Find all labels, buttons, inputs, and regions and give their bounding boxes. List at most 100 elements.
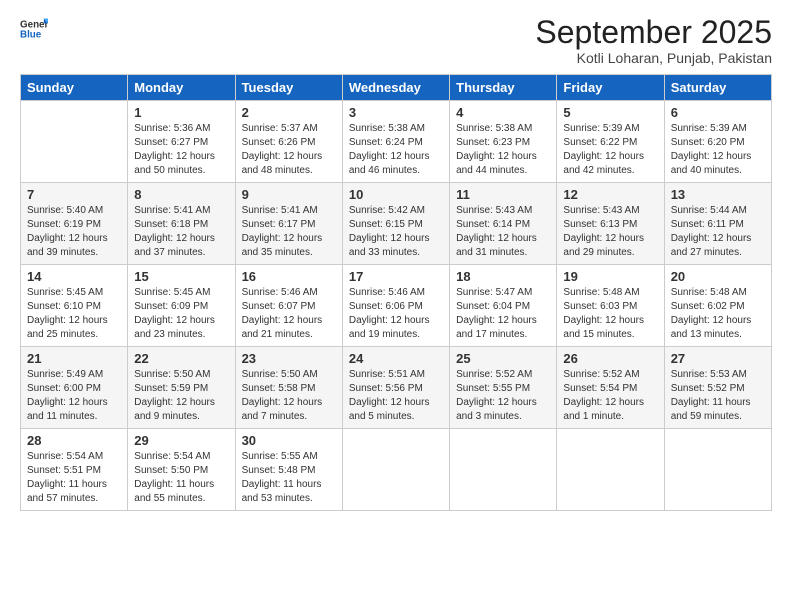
day-info: Sunrise: 5:39 AM Sunset: 6:20 PM Dayligh… bbox=[671, 122, 765, 178]
day-cell: 25Sunrise: 5:52 AM Sunset: 5:55 PM Dayli… bbox=[450, 347, 557, 429]
day-number: 2 bbox=[242, 105, 336, 120]
day-info: Sunrise: 5:53 AM Sunset: 5:52 PM Dayligh… bbox=[671, 368, 765, 424]
day-info: Sunrise: 5:41 AM Sunset: 6:18 PM Dayligh… bbox=[134, 204, 228, 260]
logo: General Blue bbox=[20, 15, 48, 43]
day-number: 9 bbox=[242, 187, 336, 202]
day-number: 12 bbox=[563, 187, 657, 202]
day-cell: 15 Sunrise: 5:45 AM Sunset: 6:09 PM Dayli… bbox=[128, 265, 235, 347]
week-row-2: 7Sunrise: 5:40 AM Sunset: 6:19 PM Daylig… bbox=[21, 183, 772, 265]
day-cell bbox=[342, 429, 449, 511]
day-number: 29 bbox=[134, 433, 228, 448]
day-cell: 14 Sunrise: 5:45 AM Sunset: 6:10 PM Dayli… bbox=[21, 265, 128, 347]
day-number: 25 bbox=[456, 351, 550, 366]
header: General Blue September 2025 Kotli Lohara… bbox=[20, 15, 772, 66]
day-number: 14 bbox=[27, 269, 121, 284]
day-number: 3 bbox=[349, 105, 443, 120]
week-row-5: 28 Sunrise: 5:54 AM Sunset: 5:51 PM Dayli… bbox=[21, 429, 772, 511]
day-cell: 26 Sunrise: 5:52 AM Sunset: 5:54 PM Dayli… bbox=[557, 347, 664, 429]
day-cell: 1 Sunrise: 5:36 AM Sunset: 6:27 PM Daylig… bbox=[128, 101, 235, 183]
day-number: 5 bbox=[563, 105, 657, 120]
day-info: Sunrise: 5:44 AM Sunset: 6:11 PM Dayligh… bbox=[671, 204, 765, 260]
day-cell: 4Sunrise: 5:38 AM Sunset: 6:23 PM Daylig… bbox=[450, 101, 557, 183]
header-wednesday: Wednesday bbox=[342, 75, 449, 101]
day-info: Sunrise: 5:38 AM Sunset: 6:24 PM Dayligh… bbox=[349, 122, 443, 178]
day-number: 15 bbox=[134, 269, 228, 284]
location-title: Kotli Loharan, Punjab, Pakistan bbox=[535, 50, 772, 66]
day-number: 18 bbox=[456, 269, 550, 284]
day-cell: 9 Sunrise: 5:41 AM Sunset: 6:17 PM Daylig… bbox=[235, 183, 342, 265]
day-number: 13 bbox=[671, 187, 765, 202]
title-area: September 2025 Kotli Loharan, Punjab, Pa… bbox=[535, 15, 772, 66]
day-cell: 6 Sunrise: 5:39 AM Sunset: 6:20 PM Daylig… bbox=[664, 101, 771, 183]
day-number: 21 bbox=[27, 351, 121, 366]
day-cell: 7Sunrise: 5:40 AM Sunset: 6:19 PM Daylig… bbox=[21, 183, 128, 265]
day-cell: 27 Sunrise: 5:53 AM Sunset: 5:52 PM Dayli… bbox=[664, 347, 771, 429]
day-info: Sunrise: 5:54 AM Sunset: 5:51 PM Dayligh… bbox=[27, 450, 121, 506]
day-info: Sunrise: 5:54 AM Sunset: 5:50 PM Dayligh… bbox=[134, 450, 228, 506]
day-info: Sunrise: 5:47 AM Sunset: 6:04 PM Dayligh… bbox=[456, 286, 550, 342]
day-number: 17 bbox=[349, 269, 443, 284]
day-number: 20 bbox=[671, 269, 765, 284]
day-cell: 3 Sunrise: 5:38 AM Sunset: 6:24 PM Daylig… bbox=[342, 101, 449, 183]
day-number: 26 bbox=[563, 351, 657, 366]
day-number: 16 bbox=[242, 269, 336, 284]
day-cell bbox=[21, 101, 128, 183]
day-cell: 8Sunrise: 5:41 AM Sunset: 6:18 PM Daylig… bbox=[128, 183, 235, 265]
day-info: Sunrise: 5:36 AM Sunset: 6:27 PM Dayligh… bbox=[134, 122, 228, 178]
logo-icon: General Blue bbox=[20, 15, 48, 43]
day-number: 10 bbox=[349, 187, 443, 202]
day-cell: 22Sunrise: 5:50 AM Sunset: 5:59 PM Dayli… bbox=[128, 347, 235, 429]
day-info: Sunrise: 5:43 AM Sunset: 6:13 PM Dayligh… bbox=[563, 204, 657, 260]
day-cell: 2 Sunrise: 5:37 AM Sunset: 6:26 PM Daylig… bbox=[235, 101, 342, 183]
day-cell: 16Sunrise: 5:46 AM Sunset: 6:07 PM Dayli… bbox=[235, 265, 342, 347]
day-info: Sunrise: 5:55 AM Sunset: 5:48 PM Dayligh… bbox=[242, 450, 336, 506]
day-info: Sunrise: 5:45 AM Sunset: 6:10 PM Dayligh… bbox=[27, 286, 121, 342]
day-info: Sunrise: 5:37 AM Sunset: 6:26 PM Dayligh… bbox=[242, 122, 336, 178]
day-cell: 17 Sunrise: 5:46 AM Sunset: 6:06 PM Dayli… bbox=[342, 265, 449, 347]
day-info: Sunrise: 5:45 AM Sunset: 6:09 PM Dayligh… bbox=[134, 286, 228, 342]
day-number: 1 bbox=[134, 105, 228, 120]
header-thursday: Thursday bbox=[450, 75, 557, 101]
day-number: 6 bbox=[671, 105, 765, 120]
day-cell bbox=[664, 429, 771, 511]
day-number: 30 bbox=[242, 433, 336, 448]
day-info: Sunrise: 5:52 AM Sunset: 5:54 PM Dayligh… bbox=[563, 368, 657, 424]
day-info: Sunrise: 5:48 AM Sunset: 6:02 PM Dayligh… bbox=[671, 286, 765, 342]
day-info: Sunrise: 5:46 AM Sunset: 6:06 PM Dayligh… bbox=[349, 286, 443, 342]
day-cell: 24 Sunrise: 5:51 AM Sunset: 5:56 PM Dayli… bbox=[342, 347, 449, 429]
day-cell: 12 Sunrise: 5:43 AM Sunset: 6:13 PM Dayli… bbox=[557, 183, 664, 265]
day-info: Sunrise: 5:48 AM Sunset: 6:03 PM Dayligh… bbox=[563, 286, 657, 342]
day-cell bbox=[557, 429, 664, 511]
day-number: 19 bbox=[563, 269, 657, 284]
day-number: 23 bbox=[242, 351, 336, 366]
day-info: Sunrise: 5:51 AM Sunset: 5:56 PM Dayligh… bbox=[349, 368, 443, 424]
day-number: 27 bbox=[671, 351, 765, 366]
day-number: 11 bbox=[456, 187, 550, 202]
day-cell: 11 Sunrise: 5:43 AM Sunset: 6:14 PM Dayli… bbox=[450, 183, 557, 265]
day-info: Sunrise: 5:49 AM Sunset: 6:00 PM Dayligh… bbox=[27, 368, 121, 424]
day-number: 24 bbox=[349, 351, 443, 366]
day-cell: 10 Sunrise: 5:42 AM Sunset: 6:15 PM Dayli… bbox=[342, 183, 449, 265]
day-cell: 18 Sunrise: 5:47 AM Sunset: 6:04 PM Dayli… bbox=[450, 265, 557, 347]
day-number: 7 bbox=[27, 187, 121, 202]
day-cell: 28 Sunrise: 5:54 AM Sunset: 5:51 PM Dayli… bbox=[21, 429, 128, 511]
day-cell: 13 Sunrise: 5:44 AM Sunset: 6:11 PM Dayli… bbox=[664, 183, 771, 265]
header-friday: Friday bbox=[557, 75, 664, 101]
day-number: 22 bbox=[134, 351, 228, 366]
day-info: Sunrise: 5:42 AM Sunset: 6:15 PM Dayligh… bbox=[349, 204, 443, 260]
calendar-table: Sunday Monday Tuesday Wednesday Thursday… bbox=[20, 74, 772, 511]
week-row-1: 1 Sunrise: 5:36 AM Sunset: 6:27 PM Daylig… bbox=[21, 101, 772, 183]
week-row-4: 21 Sunrise: 5:49 AM Sunset: 6:00 PM Dayli… bbox=[21, 347, 772, 429]
header-sunday: Sunday bbox=[21, 75, 128, 101]
day-cell bbox=[450, 429, 557, 511]
day-info: Sunrise: 5:43 AM Sunset: 6:14 PM Dayligh… bbox=[456, 204, 550, 260]
weekday-header-row: Sunday Monday Tuesday Wednesday Thursday… bbox=[21, 75, 772, 101]
header-saturday: Saturday bbox=[664, 75, 771, 101]
day-number: 28 bbox=[27, 433, 121, 448]
day-cell: 5Sunrise: 5:39 AM Sunset: 6:22 PM Daylig… bbox=[557, 101, 664, 183]
week-row-3: 14 Sunrise: 5:45 AM Sunset: 6:10 PM Dayli… bbox=[21, 265, 772, 347]
day-info: Sunrise: 5:38 AM Sunset: 6:23 PM Dayligh… bbox=[456, 122, 550, 178]
day-info: Sunrise: 5:41 AM Sunset: 6:17 PM Dayligh… bbox=[242, 204, 336, 260]
day-cell: 21 Sunrise: 5:49 AM Sunset: 6:00 PM Dayli… bbox=[21, 347, 128, 429]
day-cell: 19 Sunrise: 5:48 AM Sunset: 6:03 PM Dayli… bbox=[557, 265, 664, 347]
